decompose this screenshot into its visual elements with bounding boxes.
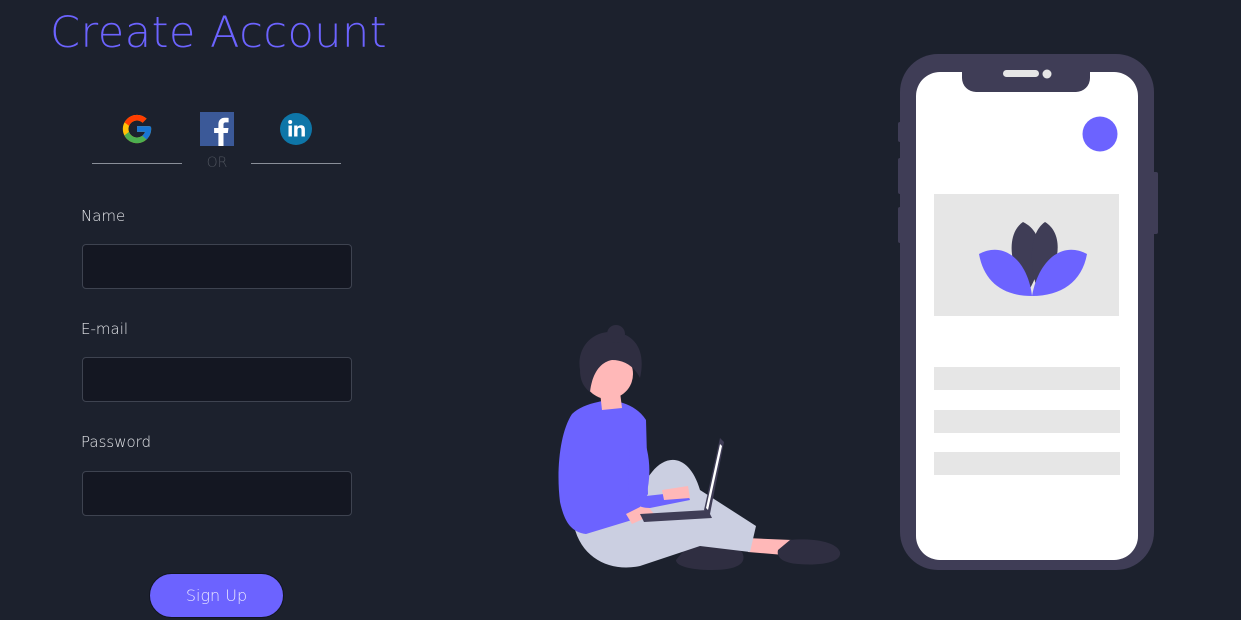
facebook-icon — [200, 112, 234, 146]
password-label: Password — [81, 433, 152, 451]
linkedin-icon — [280, 113, 312, 145]
password-field[interactable] — [82, 471, 352, 516]
page-title: Create Account — [50, 8, 388, 58]
sign-up-button[interactable]: Sign Up — [149, 573, 284, 618]
divider-line-left — [92, 163, 182, 164]
email-label: E-mail — [81, 320, 129, 338]
facebook-login-button[interactable] — [200, 112, 234, 146]
signup-page: Create Account OR Name E-mail Password S — [0, 0, 1241, 620]
signup-illustration — [558, 54, 1158, 570]
name-label: Name — [81, 207, 126, 225]
linkedin-login-button[interactable] — [279, 112, 313, 146]
google-icon — [122, 114, 152, 144]
google-login-button[interactable] — [120, 112, 154, 146]
name-field[interactable] — [82, 244, 352, 289]
email-field[interactable] — [82, 357, 352, 402]
person-illustration — [558, 325, 841, 570]
divider-line-right — [251, 163, 341, 164]
phone-illustration — [898, 54, 1158, 570]
or-divider-text: OR — [206, 155, 228, 171]
